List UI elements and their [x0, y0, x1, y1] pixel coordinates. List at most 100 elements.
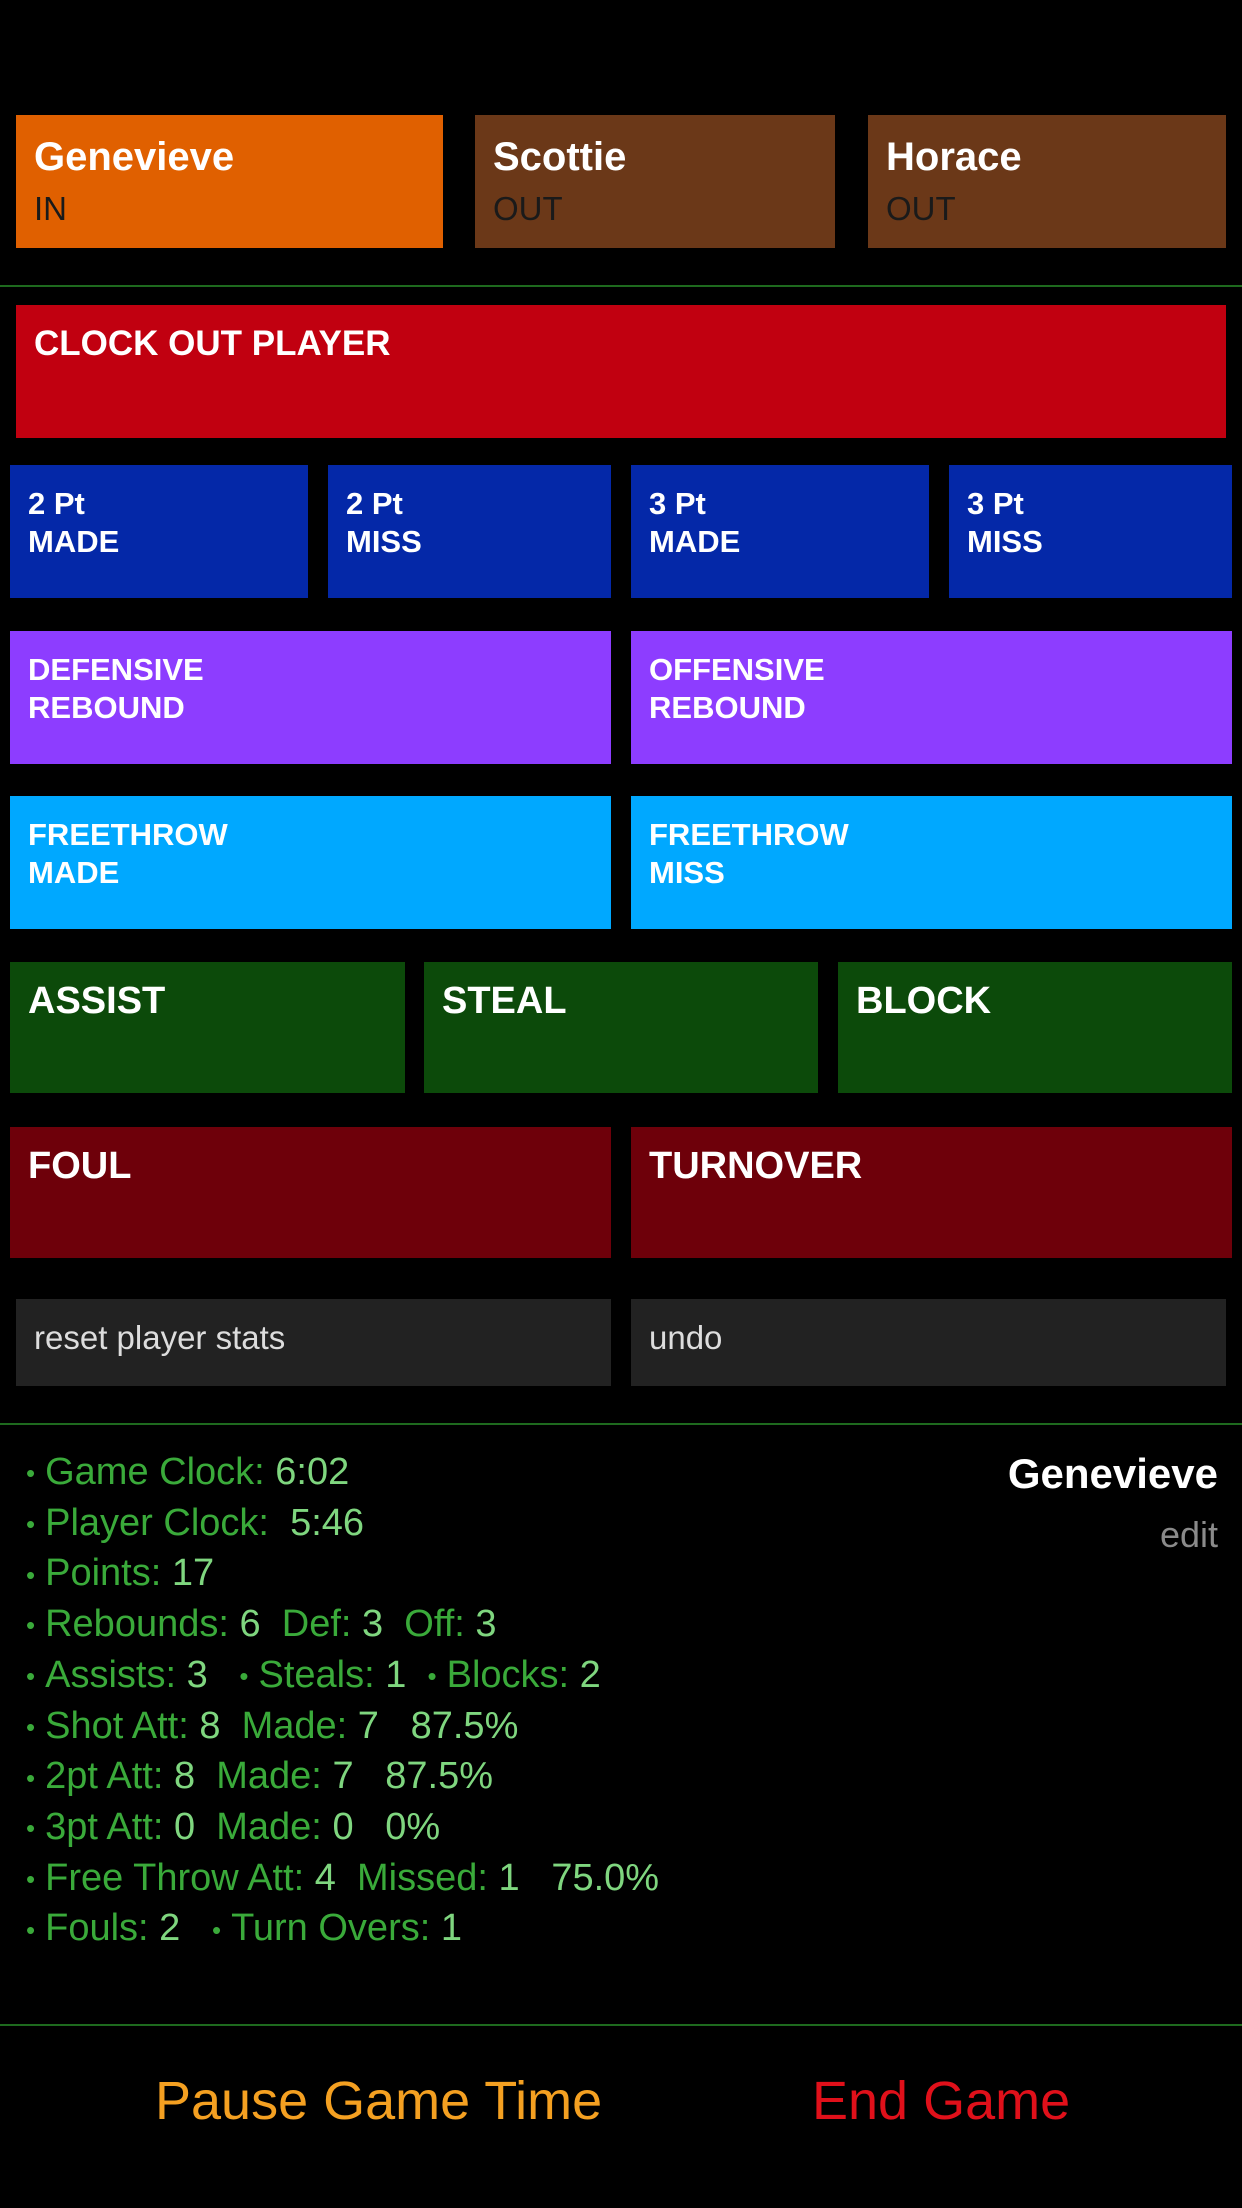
top-divider [0, 285, 1242, 287]
button-line-1: 3 Pt [649, 486, 706, 521]
stat-label: 3pt Att: [45, 1806, 164, 1849]
assist-button[interactable]: ASSIST [10, 962, 405, 1093]
stat-value: 4 [314, 1856, 336, 1899]
bullet-icon: • [26, 1508, 36, 1539]
stat-label: Fouls: [45, 1907, 149, 1950]
stat-label: Free Throw Att: [45, 1856, 305, 1899]
button-line-1: FREETHROW [28, 817, 228, 852]
bullet-icon: • [26, 1813, 36, 1844]
stat-row-player-clock: • Player Clock: 5:46 [26, 1499, 659, 1550]
bullet-icon: • [427, 1661, 437, 1692]
freethrow-made-button[interactable]: FREETHROW MADE [10, 796, 611, 929]
stat-percent: 87.5% [385, 1755, 494, 1798]
turnover-button[interactable]: TURNOVER [631, 1127, 1232, 1258]
stat-label: Made: [216, 1755, 322, 1798]
stat-label: Shot Att: [45, 1704, 189, 1747]
bullet-icon: • [26, 1661, 36, 1692]
foul-button[interactable]: FOUL [10, 1127, 611, 1258]
block-button[interactable]: BLOCK [838, 962, 1232, 1093]
player-card-horace[interactable]: Horace OUT [868, 115, 1226, 248]
stat-label: Made: [216, 1806, 322, 1849]
bullet-icon: • [26, 1610, 36, 1641]
stat-label: Player Clock: [45, 1501, 269, 1544]
stat-label: Assists: [45, 1653, 177, 1696]
stat-value: 2 [159, 1907, 181, 1950]
button-line-2: MADE [28, 855, 120, 890]
clock-out-player-button[interactable]: CLOCK OUT PLAYER [16, 305, 1226, 438]
player-name: Horace [886, 135, 1022, 179]
stat-row-shot-attempts: • Shot Att: 8 Made: 7 87.5% [26, 1702, 659, 1753]
stat-value: 7 [357, 1704, 379, 1747]
stat-row-game-clock: • Game Clock: 6:02 [26, 1448, 659, 1499]
stat-value: 0 [332, 1806, 354, 1849]
stat-value: 1 [498, 1856, 520, 1899]
bullet-icon: • [211, 1914, 222, 1945]
two-pt-miss-button[interactable]: 2 Pt MISS [328, 465, 611, 598]
button-label: TURNOVER [649, 1145, 863, 1187]
bullet-icon: • [26, 1863, 36, 1894]
stat-label: 2pt Att: [45, 1755, 164, 1798]
undo-button[interactable]: undo [631, 1299, 1226, 1386]
button-line-2: REBOUND [28, 690, 185, 725]
stat-row-points: • Points: 17 [26, 1549, 659, 1600]
stat-value: 6:02 [275, 1451, 350, 1493]
button-label: undo [649, 1319, 723, 1356]
stat-label: Off: [404, 1603, 465, 1646]
stat-value: 0 [173, 1806, 196, 1849]
stat-row-3pt: • 3pt Att: 0 Made: 0 0% [26, 1803, 659, 1854]
stat-label: Blocks: [446, 1653, 570, 1696]
middle-divider [0, 1423, 1242, 1425]
button-line-1: 2 Pt [28, 486, 85, 521]
player-card-scottie[interactable]: Scottie OUT [475, 115, 835, 248]
defensive-rebound-button[interactable]: DEFENSIVE REBOUND [10, 631, 611, 764]
two-pt-made-button[interactable]: 2 Pt MADE [10, 465, 308, 598]
stat-value: 3 [475, 1603, 497, 1646]
button-line-1: OFFENSIVE [649, 652, 825, 687]
button-line-2: MISS [649, 855, 725, 890]
button-line-2: REBOUND [649, 690, 806, 725]
offensive-rebound-button[interactable]: OFFENSIVE REBOUND [631, 631, 1232, 764]
three-pt-made-button[interactable]: 3 Pt MADE [631, 465, 929, 598]
stat-label: Points: [45, 1552, 162, 1595]
stat-percent: 75.0% [551, 1856, 660, 1899]
steal-button[interactable]: STEAL [424, 962, 818, 1093]
bullet-icon: • [26, 1458, 36, 1489]
button-line-2: MISS [967, 524, 1043, 559]
three-pt-miss-button[interactable]: 3 Pt MISS [949, 465, 1232, 598]
stat-value: 5:46 [290, 1501, 365, 1544]
edit-player-link[interactable]: edit [1160, 1514, 1218, 1556]
end-game-button[interactable]: End Game [812, 2070, 1070, 2132]
bullet-icon: • [26, 1914, 36, 1945]
button-line-2: MADE [649, 524, 741, 559]
stat-value: 1 [440, 1907, 462, 1950]
stat-value: 7 [332, 1755, 354, 1798]
stat-row-assists: • Assists: 3 • Steals: 1 • Blocks: 2 [26, 1651, 659, 1702]
button-line-1: DEFENSIVE [28, 652, 204, 687]
stat-percent: 0% [385, 1806, 441, 1849]
button-label: reset player stats [34, 1319, 286, 1356]
player-status: OUT [886, 190, 956, 227]
stat-value: 8 [173, 1755, 196, 1798]
stat-label: Turn Overs: [231, 1907, 431, 1950]
freethrow-miss-button[interactable]: FREETHROW MISS [631, 796, 1232, 929]
player-name: Genevieve [34, 135, 235, 179]
player-card-genevieve[interactable]: Genevieve IN [16, 115, 443, 248]
player-status: OUT [493, 190, 563, 227]
stat-row-free-throw: • Free Throw Att: 4 Missed: 1 75.0% [26, 1854, 659, 1905]
player-status: IN [34, 190, 67, 227]
button-label: FOUL [28, 1145, 132, 1187]
button-line-2: MADE [28, 524, 120, 559]
stats-list: • Game Clock: 6:02 • Player Clock: 5:46 • P… [26, 1448, 659, 1955]
bullet-icon: • [239, 1661, 249, 1692]
button-line-2: MISS [346, 524, 422, 559]
stat-value: 1 [385, 1653, 407, 1696]
stat-label: Game Clock: [45, 1451, 265, 1493]
button-label: ASSIST [28, 980, 166, 1022]
stat-value: 3 [362, 1603, 384, 1646]
reset-player-stats-button[interactable]: reset player stats [16, 1299, 611, 1386]
stat-row-rebounds: • Rebounds: 6 Def: 3 Off: 3 [26, 1600, 659, 1651]
button-label: STEAL [442, 980, 567, 1022]
stat-value: 8 [199, 1704, 221, 1747]
pause-game-time-button[interactable]: Pause Game Time [155, 2070, 602, 2132]
stat-percent: 87.5% [410, 1704, 519, 1747]
